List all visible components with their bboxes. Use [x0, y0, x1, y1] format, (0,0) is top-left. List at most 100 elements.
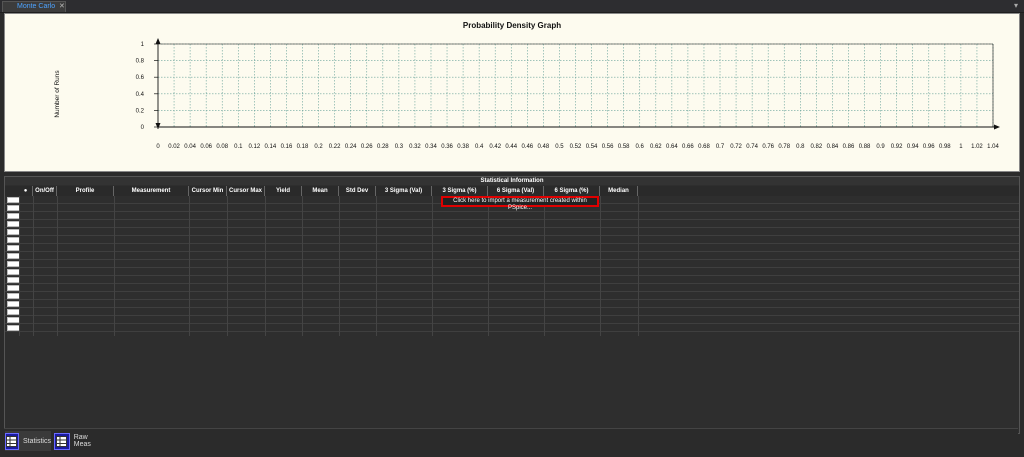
table-row[interactable] [5, 284, 1019, 292]
tab-statistics-label: Statistics [22, 437, 51, 445]
table-row[interactable] [5, 228, 1019, 236]
y-axis-arrow-icon [155, 38, 161, 44]
x-tick-label: 0.34 [425, 144, 437, 150]
x-tick-label: 0.96 [923, 144, 935, 150]
x-tick-label: 0.98 [939, 144, 951, 150]
tab-monte-carlo[interactable]: Monte Carlo ✕ [2, 1, 66, 12]
y-tick-label: 0.2 [136, 108, 145, 114]
x-tick-label: 1.02 [971, 144, 983, 150]
table-icon [5, 432, 19, 450]
chart-svg: Probability Density Graph Number of Runs 0… [54, 21, 1000, 150]
x-tick-label: 0.94 [907, 144, 919, 150]
table-row[interactable] [5, 212, 1019, 220]
table-row[interactable] [5, 252, 1019, 260]
x-tick-label: 0.46 [521, 144, 533, 150]
x-tick-label: 0.78 [778, 144, 790, 150]
column-divider [33, 196, 34, 336]
x-tick-label: 0.68 [698, 144, 710, 150]
column-header[interactable]: Profile [57, 186, 114, 196]
column-header[interactable]: Cursor Max [227, 186, 265, 196]
table-row[interactable] [5, 300, 1019, 308]
x-tick-label: 0.14 [265, 144, 277, 150]
table-row[interactable] [5, 276, 1019, 284]
x-tick-label: 1.04 [987, 144, 999, 150]
table-row[interactable] [5, 236, 1019, 244]
column-header[interactable]: Std Dev [339, 186, 376, 196]
stats-title: Statistical Information [5, 177, 1019, 185]
x-tick-label: 0.04 [184, 144, 196, 150]
column-header[interactable]: ● [19, 186, 33, 196]
table-icon [54, 432, 70, 450]
table-row[interactable] [5, 220, 1019, 228]
x-tick-label: 0.06 [200, 144, 212, 150]
column-divider [488, 196, 489, 336]
x-tick-label: 0.54 [586, 144, 598, 150]
chevron-down-icon[interactable]: ▾ [1014, 1, 1018, 10]
x-tick-label: 0.12 [249, 144, 261, 150]
x-tick-label: 0.52 [570, 144, 582, 150]
x-tick-label: 0.6 [636, 144, 645, 150]
tab-title: Monte Carlo [17, 3, 56, 10]
x-tick-label: 0.62 [650, 144, 662, 150]
x-tick-label: 0.08 [216, 144, 228, 150]
table-row[interactable] [5, 244, 1019, 252]
column-header[interactable]: 3 Sigma (%) [432, 186, 488, 196]
import-measurement-button[interactable]: Click here to import a measurement creat… [441, 196, 599, 211]
column-divider [544, 196, 545, 336]
column-divider [227, 196, 228, 336]
x-tick-label: 1 [959, 144, 963, 150]
column-divider [376, 196, 377, 336]
x-tick-label: 0.56 [602, 144, 614, 150]
x-tick-label: 0 [156, 144, 160, 150]
table-row[interactable] [5, 292, 1019, 300]
x-tick-label: 0.58 [618, 144, 630, 150]
x-tick-label: 0.82 [811, 144, 823, 150]
x-tick-label: 0.02 [168, 144, 180, 150]
column-header[interactable]: 6 Sigma (Val) [488, 186, 544, 196]
column-divider [339, 196, 340, 336]
x-tick-label: 0.18 [297, 144, 309, 150]
column-header[interactable]: Median [600, 186, 638, 196]
column-header[interactable]: On/Off [33, 186, 57, 196]
x-tick-label: 0.24 [345, 144, 357, 150]
column-divider [114, 196, 115, 336]
table-row[interactable] [5, 268, 1019, 276]
column-header[interactable]: 3 Sigma (Val) [376, 186, 432, 196]
column-divider [265, 196, 266, 336]
y-axis-label: Number of Runs [54, 70, 61, 118]
table-row[interactable] [5, 260, 1019, 268]
probability-density-graph: Probability Density Graph Number of Runs 0… [4, 13, 1020, 172]
column-divider [432, 196, 433, 336]
x-tick-label: 0.26 [361, 144, 373, 150]
x-tick-label: 0.16 [281, 144, 293, 150]
tab-raw-meas-label: Raw Meas [73, 434, 91, 448]
x-tick-label: 0.8 [796, 144, 805, 150]
x-tick-label: 0.7 [716, 144, 725, 150]
table-row[interactable] [5, 324, 1019, 332]
table-row[interactable] [5, 316, 1019, 324]
x-tick-label: 0.22 [329, 144, 341, 150]
y-tick-label: 0.6 [136, 75, 145, 81]
x-tick-label: 0.74 [746, 144, 758, 150]
column-header[interactable]: Measurement [114, 186, 189, 196]
x-tick-label: 0.4 [475, 144, 484, 150]
x-tick-label: 0.48 [538, 144, 550, 150]
x-tick-label: 0.5 [555, 144, 564, 150]
x-tick-label: 0.88 [859, 144, 871, 150]
tab-raw-meas[interactable]: Raw Meas [54, 431, 104, 451]
y-tick-label: 0.8 [136, 59, 145, 65]
y-tick-label: 1 [141, 42, 145, 48]
x-tick-label: 0.64 [666, 144, 678, 150]
table-row[interactable] [5, 308, 1019, 316]
document-tab-bar: Monte Carlo ✕ ▾ [0, 0, 1024, 13]
tab-statistics[interactable]: Statistics [5, 431, 51, 451]
bottom-tab-bar: Statistics Raw Meas [4, 428, 1018, 453]
column-divider [189, 196, 190, 336]
column-header[interactable]: 6 Sigma (%) [544, 186, 600, 196]
column-header[interactable]: Yield [265, 186, 302, 196]
x-tick-label: 0.42 [489, 144, 501, 150]
column-header[interactable]: Cursor Min [189, 186, 227, 196]
close-icon[interactable]: ✕ [59, 2, 65, 12]
column-header[interactable]: Mean [302, 186, 339, 196]
x-tick-label: 0.36 [441, 144, 453, 150]
